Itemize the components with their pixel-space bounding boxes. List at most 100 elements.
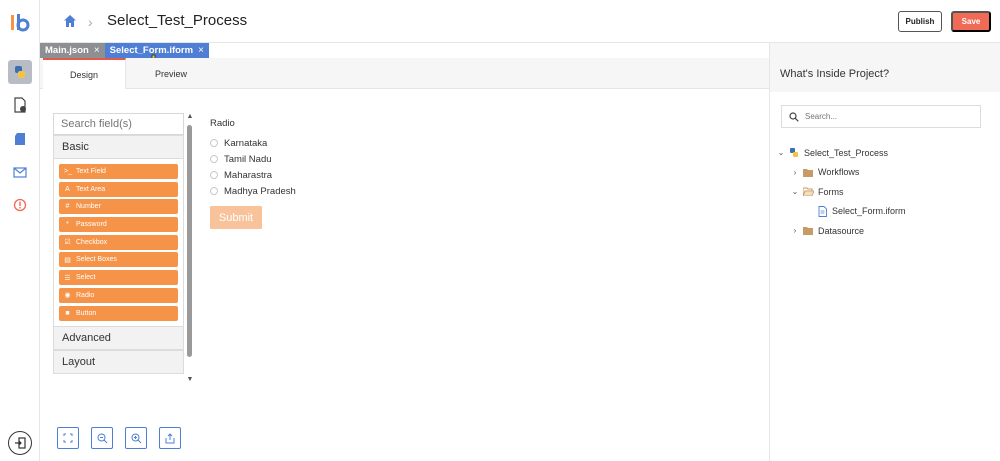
tree-item-project[interactable]: ⌄ Select_Test_Process [774,143,994,163]
hashtag-icon: # [65,203,70,211]
rail-item-mail[interactable] [8,160,32,184]
group-basic-header[interactable]: Basic [53,135,184,159]
export-button[interactable] [159,427,181,449]
component-number[interactable]: # Number [59,199,178,215]
tree-item-workflows[interactable]: › Workflows [774,163,994,183]
component-palette: Basic >_ Text Field A Text Area # Number * P… [53,113,184,385]
share-icon [165,432,175,443]
group-advanced-header[interactable]: Advanced [53,326,184,351]
close-icon[interactable]: × [198,45,204,56]
component-label: Button [76,309,97,317]
radio-icon: ◉ [64,292,71,300]
project-search[interactable] [781,105,981,128]
radio-circle-icon[interactable] [210,187,218,195]
submit-button[interactable]: Submit [210,206,262,229]
project-explorer-panel: What's Inside Project? ⌄ Select_Test_Pro… [769,43,1000,461]
field-search-input[interactable] [53,113,184,135]
component-checkbox[interactable]: ☑ Checkbox [59,234,178,250]
rail-item-storage[interactable] [8,127,32,151]
radio-option[interactable]: Tamil Nadu [210,151,296,167]
component-label: Select Boxes [76,256,117,264]
radio-option-label: Karnataka [224,137,268,149]
component-radio[interactable]: ◉ Radio [59,287,178,303]
zoom-in-button[interactable] [125,427,147,449]
scrollbar-thumb[interactable] [187,125,192,357]
fit-screen-button[interactable] [57,427,79,449]
file-tab-main-json[interactable]: Main.json × [40,43,105,58]
asterisk-icon: * [66,221,69,229]
project-tree: ⌄ Select_Test_Process › Workflows ⌄ Form… [774,143,994,241]
radio-circle-icon[interactable] [210,155,218,163]
alert-icon [13,198,27,212]
rail-item-documents[interactable] [8,93,32,117]
radio-option[interactable]: Maharastra [210,167,296,183]
chevron-down-icon[interactable]: ⌄ [774,148,788,157]
zoom-out-button[interactable] [91,427,113,449]
top-header: › Select_Test_Process Publish Save [40,0,1000,43]
project-title: Select_Test_Process [107,12,248,29]
chevron-right-icon[interactable]: › [788,226,802,235]
palette-scrollbar[interactable]: ▲ ▼ [186,113,194,385]
terminal-icon: >_ [64,168,72,175]
group-basic-body: >_ Text Field A Text Area # Number * Passwor… [53,159,184,327]
app-logo [11,14,30,32]
chevron-right-icon[interactable]: › [788,168,802,177]
radio-option[interactable]: Madhya Pradesh [210,183,296,199]
checkbox-icon: ☑ [64,239,71,247]
zoom-out-icon [97,433,107,443]
save-button[interactable]: Save [951,11,991,32]
file-icon [816,205,828,217]
rail-item-projects[interactable] [8,60,32,84]
radio-option[interactable]: Karnataka [210,135,296,151]
tree-item-forms[interactable]: ⌄ Forms [774,182,994,202]
list-box-icon: ▤ [64,256,71,264]
folder-icon [802,167,814,177]
radio-option-label: Maharastra [224,169,273,181]
font-icon: A [65,185,70,193]
component-label: Radio [76,291,95,299]
component-password[interactable]: * Password [59,217,178,233]
group-layout-header[interactable]: Layout [53,350,184,375]
tree-item-datasource[interactable]: › Datasource [774,221,994,241]
component-select-boxes[interactable]: ▤ Select Boxes [59,252,178,268]
tree-item-label: Datasource [818,225,865,236]
tab-preview[interactable]: Preview [126,58,216,89]
radio-option-label: Madhya Pradesh [224,185,296,197]
file-tab-label: Main.json [45,45,89,56]
folder-icon [802,226,814,236]
component-text-area[interactable]: A Text Area [59,181,178,197]
tree-item-label: Forms [818,186,844,197]
document-info-icon [14,97,26,113]
close-icon[interactable]: × [94,45,100,56]
logout-button[interactable] [8,431,32,455]
radio-circle-icon[interactable] [210,139,218,147]
tree-item-label: Select_Form.iform [832,206,906,217]
tab-design[interactable]: Design [43,58,126,89]
radio-option-label: Tamil Nadu [224,153,272,165]
component-button[interactable]: ■ Button [59,305,178,321]
publish-button[interactable]: Publish [898,11,942,32]
python-icon [788,147,800,158]
component-label: Number [76,203,101,211]
tree-item-select-form[interactable]: Select_Form.iform [774,202,994,222]
chevron-down-icon[interactable]: ⌄ [788,187,802,196]
radio-group-label: Radio [210,118,235,129]
panel-title: What's Inside Project? [770,43,1000,92]
python-icon [15,66,25,78]
component-label: Text Field [76,168,106,175]
home-icon[interactable] [62,13,78,29]
logout-icon [15,437,26,449]
component-text-field[interactable]: >_ Text Field [59,164,178,179]
sd-card-icon [15,133,25,145]
left-rail [0,0,40,461]
component-label: Checkbox [76,238,108,246]
component-select[interactable]: ☰ Select [59,270,178,286]
tree-item-label: Workflows [818,167,860,178]
radio-circle-icon[interactable] [210,171,218,179]
scroll-down-icon[interactable]: ▼ [186,376,194,383]
project-search-input[interactable] [805,112,975,121]
rail-item-alerts[interactable] [8,193,32,217]
scroll-up-icon[interactable]: ▲ [186,113,194,120]
search-icon [789,111,799,122]
list-icon: ☰ [64,274,71,282]
